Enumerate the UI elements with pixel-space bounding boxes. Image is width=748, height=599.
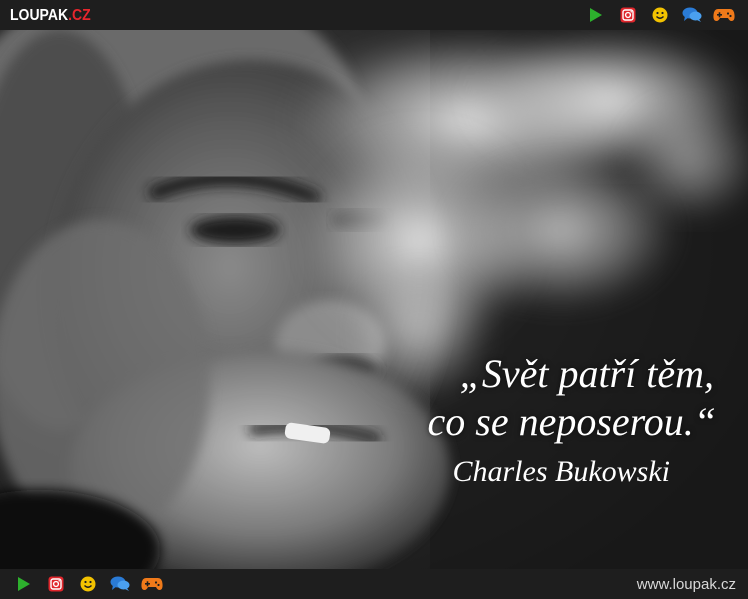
top-icon-group xyxy=(580,4,740,26)
smiley-icon[interactable] xyxy=(649,4,671,26)
instagram-icon[interactable] xyxy=(617,4,639,26)
smiley-icon[interactable] xyxy=(77,573,99,595)
quote-line-2: co se neposerou.“ xyxy=(427,399,716,444)
play-icon[interactable] xyxy=(585,4,607,26)
gamepad-icon[interactable] xyxy=(713,4,735,26)
play-icon[interactable] xyxy=(13,573,35,595)
bottom-bar: www.loupak.cz xyxy=(0,569,748,599)
logo-main: LOUPAK xyxy=(10,5,69,24)
meme-image: „Svět patří těm, co se neposerou.“ Charl… xyxy=(0,30,748,569)
site-logo[interactable]: LOUPAK.CZ xyxy=(10,5,91,23)
quote-author: Charles Bukowski xyxy=(452,455,671,488)
chat-icon[interactable] xyxy=(109,573,131,595)
page-frame: LOUPAK.CZ „Svět patří těm, co se neposer… xyxy=(0,0,748,599)
quote-block: „Svět patří těm, co se neposerou.“ Charl… xyxy=(396,350,716,492)
bottom-icon-group xyxy=(8,573,168,595)
site-url[interactable]: www.loupak.cz xyxy=(637,576,736,593)
quote-line-1: „Svět patří těm, xyxy=(459,351,714,396)
gamepad-icon[interactable] xyxy=(141,573,163,595)
logo-tld: .CZ xyxy=(68,5,91,24)
top-bar: LOUPAK.CZ xyxy=(0,0,748,30)
chat-icon[interactable] xyxy=(681,4,703,26)
instagram-icon[interactable] xyxy=(45,573,67,595)
